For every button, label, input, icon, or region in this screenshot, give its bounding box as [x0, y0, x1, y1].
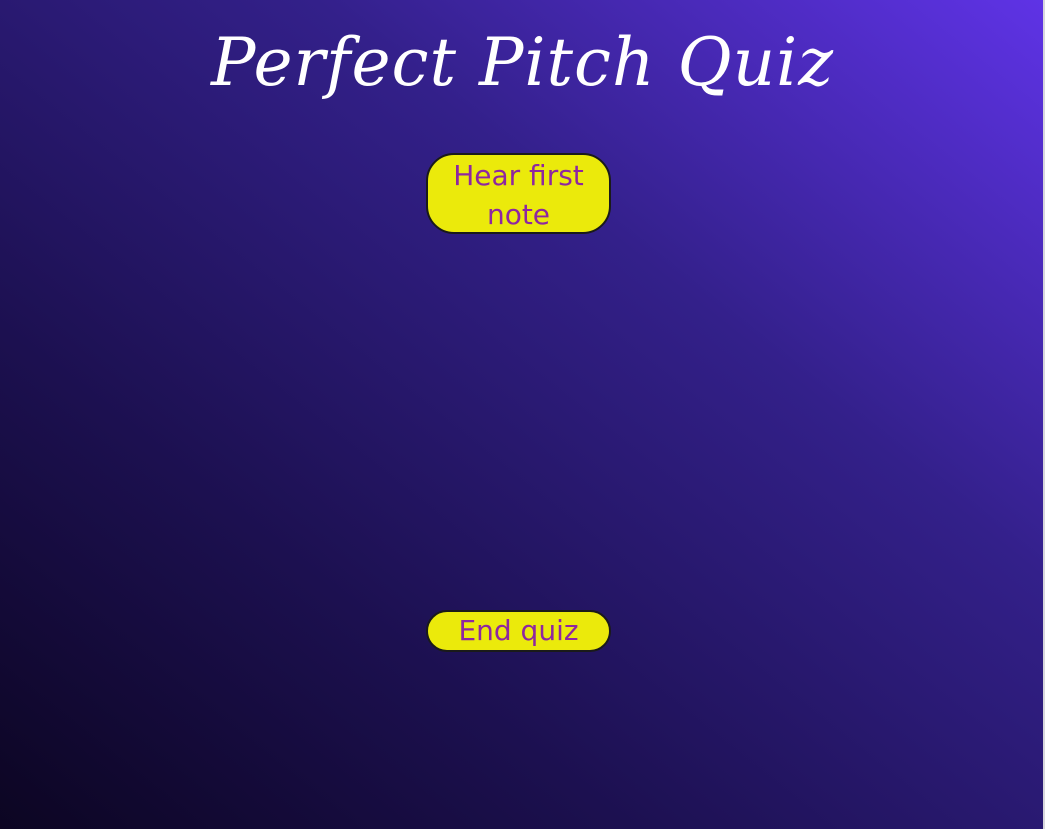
hear-first-note-button[interactable]: Hear first note: [426, 153, 611, 234]
page-title: Perfect Pitch Quiz: [211, 24, 834, 101]
end-quiz-button[interactable]: End quiz: [426, 610, 611, 652]
